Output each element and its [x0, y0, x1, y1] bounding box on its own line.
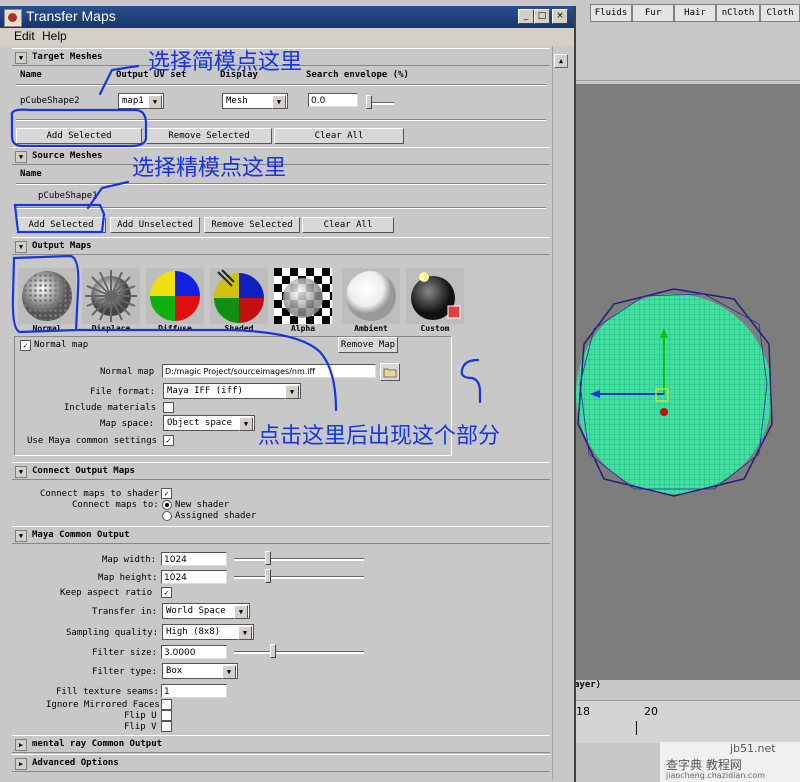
annotation-normal-panel: 点击这里后出现这个部分	[258, 424, 501, 449]
annotation-target-mesh: 选择简模点这里	[148, 50, 303, 75]
annotation-strokes	[10, 64, 482, 412]
annotation-source-mesh: 选择精模点这里	[132, 156, 287, 181]
